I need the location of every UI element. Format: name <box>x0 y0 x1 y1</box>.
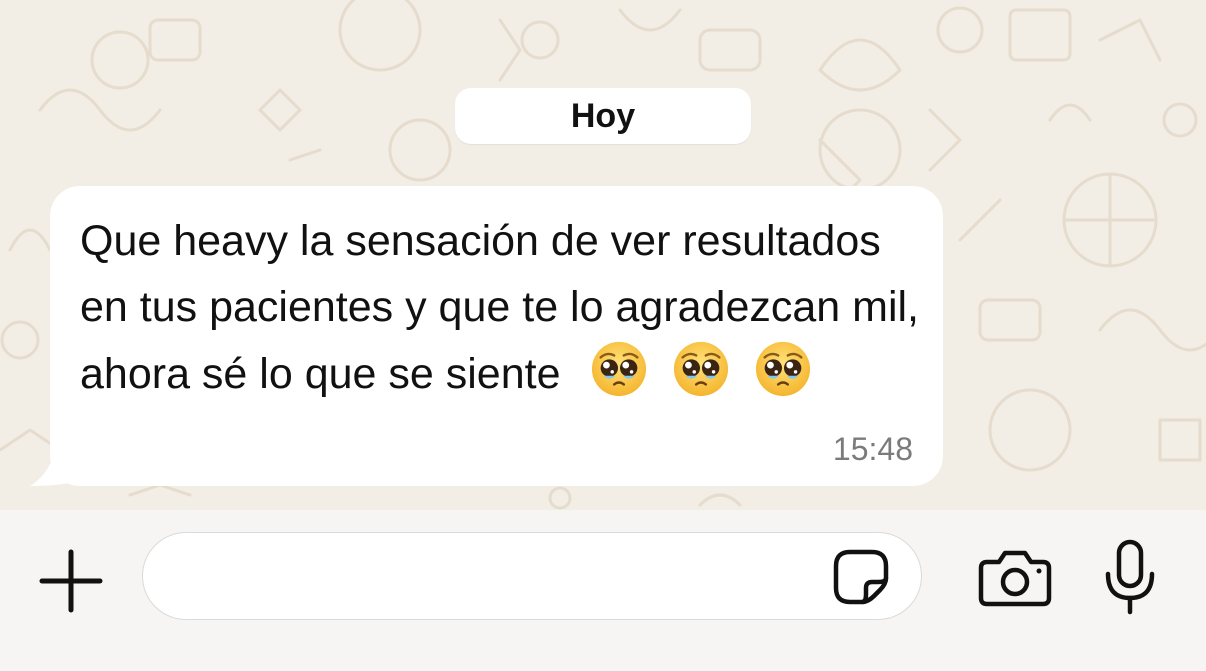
pleading-face-emoji <box>674 341 729 397</box>
plus-icon[interactable] <box>36 546 106 616</box>
emoji-row <box>572 341 812 398</box>
microphone-icon[interactable] <box>1100 538 1160 618</box>
date-separator: Hoy <box>455 88 751 144</box>
message-text-container: Que heavy la sensación de ver resultados… <box>80 208 920 407</box>
pleading-face-emoji <box>756 341 811 397</box>
composer-bar <box>0 510 1206 671</box>
sticker-icon[interactable] <box>832 548 890 606</box>
message-input[interactable] <box>142 532 922 620</box>
camera-icon[interactable] <box>977 548 1053 608</box>
incoming-message-bubble[interactable]: Que heavy la sensación de ver resultados… <box>50 186 943 486</box>
message-timestamp: 15:48 <box>832 431 913 467</box>
date-separator-label: Hoy <box>570 96 636 135</box>
pleading-face-emoji <box>592 341 647 397</box>
chat-area: Hoy Que heavy la sensación de ver result… <box>0 0 1206 510</box>
